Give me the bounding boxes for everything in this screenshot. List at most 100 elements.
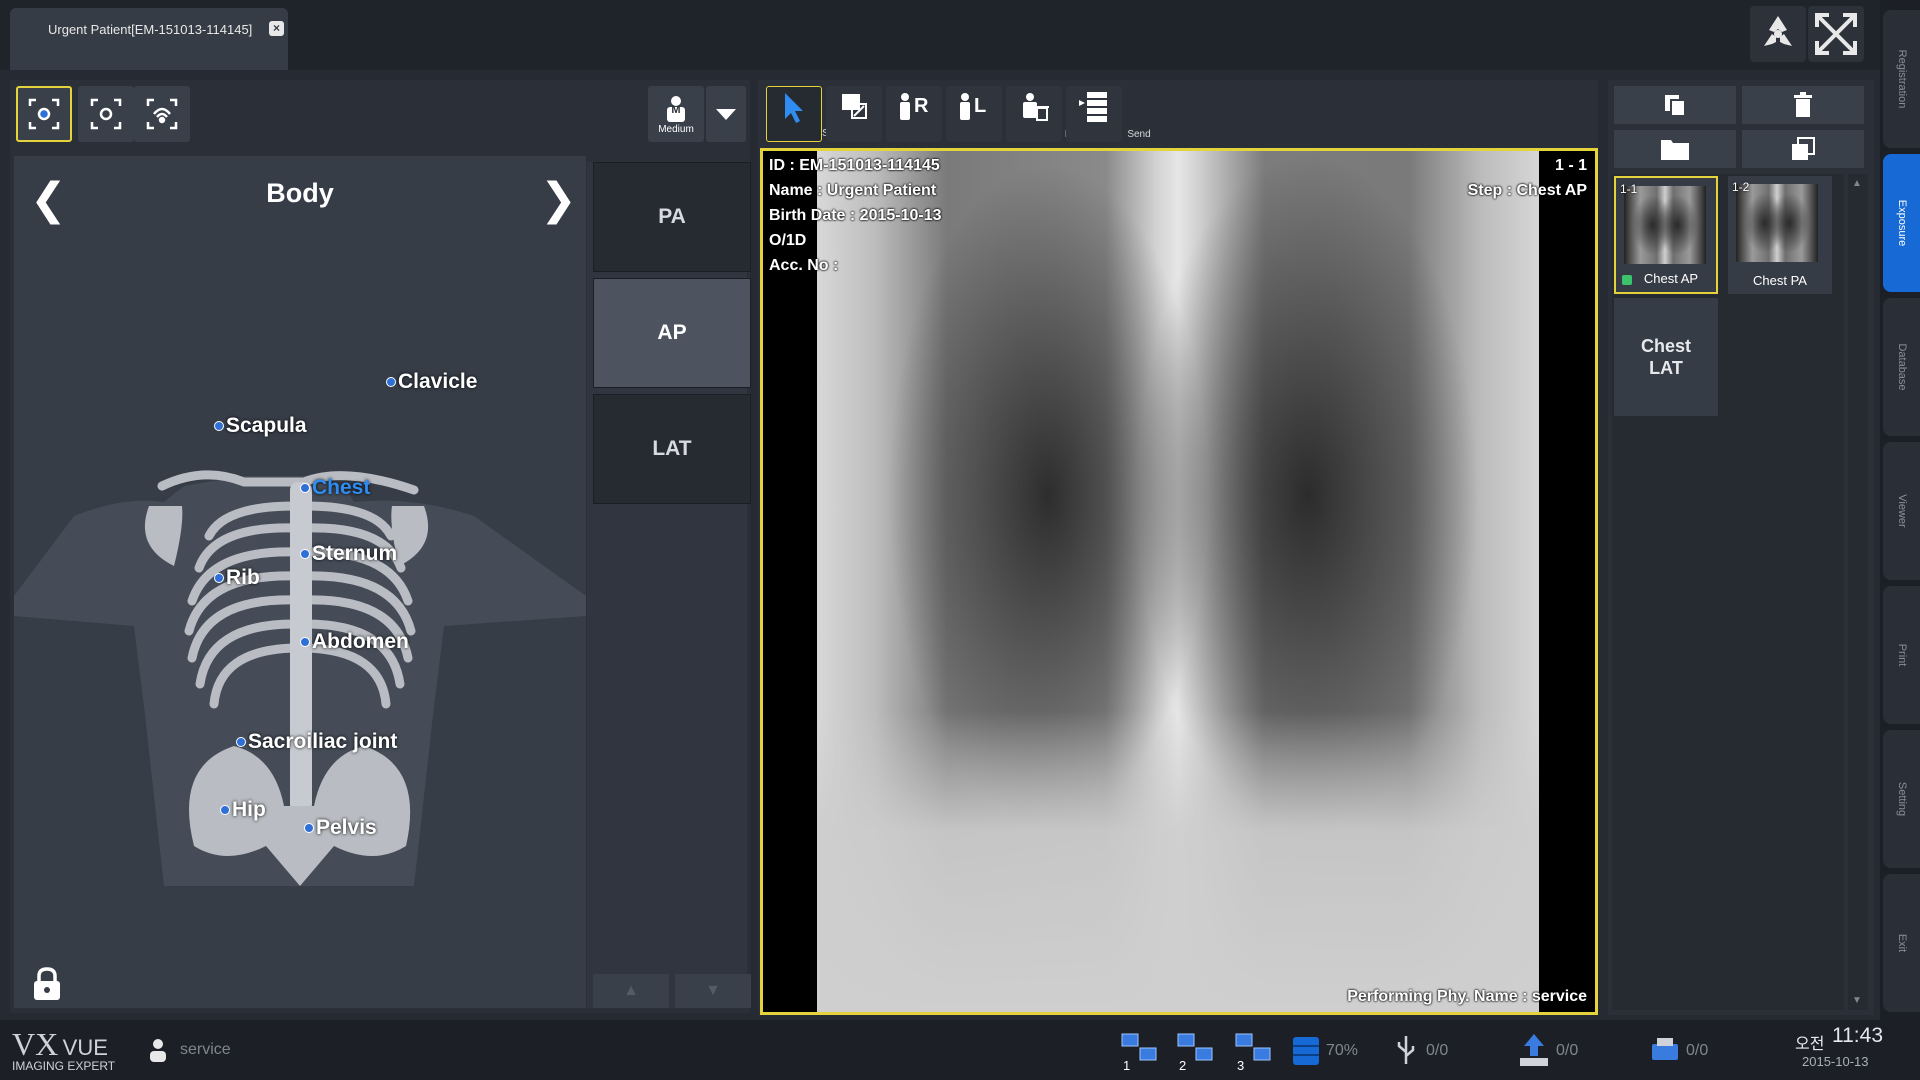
thumbnail-chest-ap[interactable]: 1-1 Chest AP bbox=[1614, 176, 1718, 294]
birth-date-overlay: Birth Date : 2015-10-13 bbox=[769, 207, 942, 224]
upload-icon bbox=[1520, 1034, 1548, 1066]
next-region-icon[interactable]: ❯ bbox=[540, 174, 577, 225]
pending-step-chest-lat[interactable]: Chest LAT bbox=[1614, 298, 1718, 416]
svg-text:R: R bbox=[914, 95, 929, 117]
detector-2-button[interactable] bbox=[78, 86, 134, 142]
detector-3-status: 3 bbox=[1234, 1032, 1274, 1073]
send-icon bbox=[1079, 92, 1107, 122]
patient-name-overlay: Name : Urgent Patient bbox=[769, 182, 937, 199]
accession-overlay: Acc. No : bbox=[769, 257, 839, 274]
xray-viewport[interactable]: ID : EM-151013-114145 Name : Urgent Pati… bbox=[760, 148, 1598, 1015]
nav-tab-registration[interactable]: Registration bbox=[1883, 10, 1920, 148]
body-title: Body bbox=[266, 178, 334, 208]
series-index-overlay: 1 - 1 bbox=[1554, 157, 1587, 174]
body-part-chest[interactable]: Chest bbox=[300, 476, 370, 500]
body-part-hip[interactable]: Hip bbox=[220, 798, 266, 822]
thumbnail-image bbox=[1736, 184, 1818, 262]
scroll-up-icon[interactable]: ▲ bbox=[1852, 178, 1862, 189]
nav-tab-exposure[interactable]: Exposure bbox=[1883, 154, 1920, 292]
cursor-icon bbox=[785, 93, 803, 123]
duplicate-button[interactable] bbox=[1742, 130, 1864, 168]
view-ap-button[interactable]: AP bbox=[593, 278, 751, 388]
fullscreen-icon[interactable] bbox=[1808, 6, 1864, 62]
view-pa-button[interactable]: PA bbox=[593, 162, 751, 272]
storage-icon bbox=[1293, 1037, 1319, 1065]
patient-id-overlay: ID : EM-151013-114145 bbox=[769, 157, 940, 174]
performer-overlay: Performing Phy. Name : service bbox=[1347, 988, 1587, 1005]
body-part-sacroiliac-joint[interactable]: Sacroiliac joint bbox=[236, 730, 397, 754]
right-marker-icon: R bbox=[900, 93, 929, 120]
clock-time: 11:43 bbox=[1832, 1024, 1883, 1047]
patient-tab[interactable]: Urgent Patient[EM-151013-114145] × bbox=[10, 8, 288, 70]
copy-icon bbox=[1665, 95, 1686, 117]
body-part-scapula[interactable]: Scapula bbox=[214, 414, 307, 438]
patient-size-button[interactable]: M Medium bbox=[648, 86, 704, 142]
sex-age-overlay: O/1D bbox=[769, 232, 807, 249]
close-tab-icon[interactable]: × bbox=[269, 21, 284, 36]
patient-size-label: Medium bbox=[658, 123, 694, 135]
body-part-sternum[interactable]: Sternum bbox=[300, 542, 397, 566]
scroll-down-icon[interactable]: ▼ bbox=[1852, 995, 1862, 1006]
upload-count: 0/0 bbox=[1556, 1042, 1579, 1059]
nav-tab-setting[interactable]: Setting bbox=[1883, 730, 1920, 868]
brand-logo: VX VUE IMAGING EXPERT bbox=[12, 1026, 116, 1073]
current-user: service bbox=[180, 1041, 231, 1058]
chest-xray-image bbox=[817, 151, 1539, 1012]
step-overlay: Step : Chest AP bbox=[1467, 182, 1587, 199]
skeleton-figure bbox=[14, 470, 586, 886]
nav-tab-viewer[interactable]: Viewer bbox=[1883, 442, 1920, 580]
detector-2-status: 2 bbox=[1176, 1032, 1216, 1073]
usb-icon bbox=[1397, 1036, 1415, 1064]
nav-tab-database[interactable]: Database bbox=[1883, 298, 1920, 436]
usb-count: 0/0 bbox=[1426, 1042, 1449, 1059]
body-part-abdomen[interactable]: Abdomen bbox=[300, 630, 409, 654]
status-bar: VX VUE IMAGING EXPERT service 1 2 3 70% … bbox=[0, 1020, 1920, 1080]
thumbnail-chest-pa[interactable]: 1-2 Chest PA bbox=[1728, 176, 1832, 294]
clock-date: 2015-10-13 bbox=[1802, 1054, 1869, 1069]
view-lat-button[interactable]: LAT bbox=[593, 394, 751, 504]
left-marker-button[interactable]: L L bbox=[946, 86, 1023, 142]
storage-usage: 70% bbox=[1326, 1042, 1359, 1059]
thumbnail-list: 1-1 Chest AP 1-2 Chest PA Chest LAT bbox=[1612, 174, 1844, 1010]
time-period: 오전 bbox=[1795, 1036, 1825, 1053]
user-icon bbox=[150, 1039, 166, 1062]
body-part-clavicle[interactable]: Clavicle bbox=[386, 370, 477, 394]
reject-button[interactable]: Reject bbox=[1006, 86, 1093, 142]
delete-image-button[interactable] bbox=[1742, 86, 1864, 124]
scroll-down-icon[interactable]: ▼ bbox=[675, 974, 751, 1008]
thumbnail-scrollbar[interactable]: ▲ ▼ bbox=[1848, 174, 1868, 1010]
radiation-icon[interactable] bbox=[1750, 6, 1806, 62]
nav-tab-exit[interactable]: Exit bbox=[1883, 874, 1920, 1012]
send-button[interactable]: Send bbox=[1066, 86, 1151, 142]
study-panel: 1-1 Chest AP 1-2 Chest PA Chest LAT ▲ ▼ bbox=[1608, 80, 1874, 1015]
chevron-down-icon bbox=[716, 108, 736, 120]
lock-icon[interactable] bbox=[32, 966, 62, 1007]
scroll-up-icon[interactable]: ▲ bbox=[593, 974, 669, 1008]
body-part-rib[interactable]: Rib bbox=[214, 566, 260, 590]
reject-icon bbox=[1023, 93, 1049, 121]
right-marker-button[interactable]: R R bbox=[886, 86, 964, 142]
svg-text:L: L bbox=[974, 95, 986, 117]
nav-tab-print[interactable]: Print bbox=[1883, 586, 1920, 724]
body-map: ❮ Body ❯ Clavicle Scapula Chest Sternum … bbox=[14, 156, 586, 1008]
title-bar: Urgent Patient[EM-151013-114145] × bbox=[0, 0, 1880, 70]
view-position-list: PA AP LAT ▲ ▼ bbox=[587, 162, 751, 1008]
print-count: 0/0 bbox=[1686, 1042, 1709, 1059]
patient-size-dropdown[interactable] bbox=[706, 86, 746, 142]
detector-3-button[interactable] bbox=[134, 86, 190, 142]
protocol-panel: M Medium ❮ Body ❯ Clavicle Scapula Chest… bbox=[10, 80, 751, 1013]
left-marker-icon: L bbox=[960, 93, 986, 120]
thumbnail-image bbox=[1624, 186, 1706, 264]
rect-tool-button[interactable]: Rect bbox=[826, 86, 908, 142]
select-tool-button[interactable]: Select bbox=[766, 86, 850, 142]
printer-icon bbox=[1652, 1038, 1678, 1060]
copy-image-button[interactable] bbox=[1614, 86, 1736, 124]
patient-tab-title: Urgent Patient[EM-151013-114145] bbox=[48, 22, 253, 37]
open-folder-button[interactable] bbox=[1614, 130, 1736, 168]
image-viewer-panel: Select Rect R R L L Reject Send ID : EM-… bbox=[758, 80, 1598, 1015]
body-part-pelvis[interactable]: Pelvis bbox=[304, 816, 377, 840]
folder-icon bbox=[1661, 140, 1689, 160]
detector-1-status: 1 bbox=[1120, 1032, 1160, 1073]
detector-1-button[interactable] bbox=[16, 86, 72, 142]
stack-icon bbox=[1792, 137, 1815, 160]
